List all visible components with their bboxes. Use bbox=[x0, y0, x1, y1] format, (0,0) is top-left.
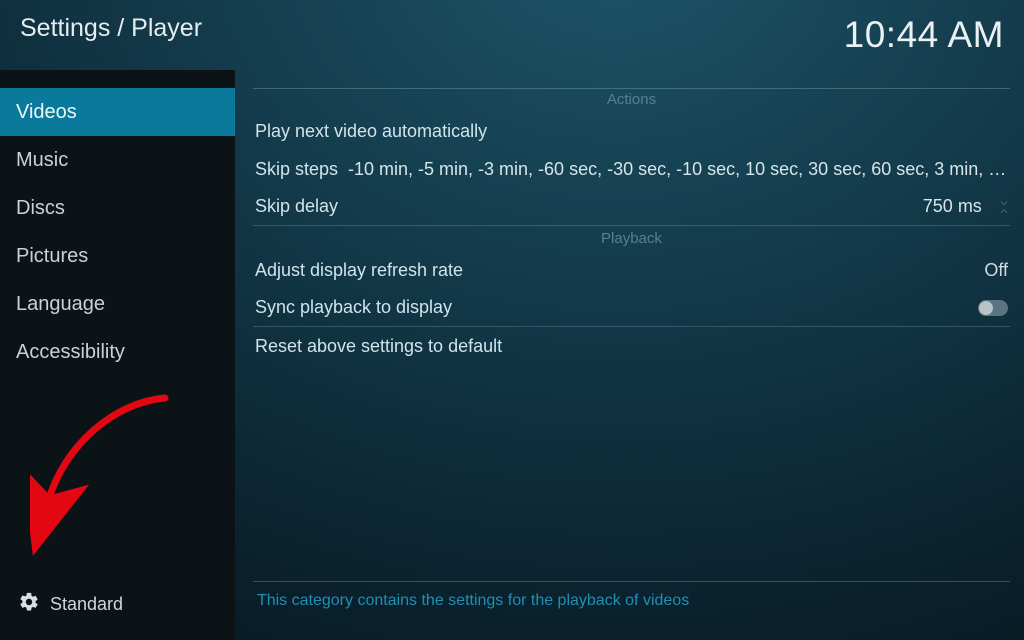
breadcrumb: Settings / Player bbox=[20, 14, 202, 43]
settings-content: Actions Play next video automatically Sk… bbox=[235, 70, 1024, 640]
spinner-icon[interactable]: ˅ ˄ bbox=[1000, 199, 1008, 215]
sidebar-item-language[interactable]: Language bbox=[0, 280, 235, 328]
sidebar-item-pictures[interactable]: Pictures bbox=[0, 232, 235, 280]
group-label-actions: Actions bbox=[253, 89, 1010, 112]
category-description: This category contains the settings for … bbox=[253, 581, 1010, 640]
sidebar-item-label: Language bbox=[16, 293, 105, 316]
sidebar-item-accessibility[interactable]: Accessibility bbox=[0, 328, 235, 376]
row-label: Reset above settings to default bbox=[255, 336, 502, 357]
sidebar-item-label: Videos bbox=[16, 101, 77, 124]
settings-level-button[interactable]: Standard bbox=[0, 579, 235, 640]
sidebar-item-videos[interactable]: Videos bbox=[0, 88, 235, 136]
sidebar-item-label: Music bbox=[16, 149, 68, 172]
group-label-playback: Playback bbox=[253, 228, 1010, 251]
toggle-switch[interactable] bbox=[978, 300, 1008, 316]
row-skip-delay[interactable]: Skip delay 750 ms ˅ ˄ bbox=[253, 188, 1010, 226]
header-bar: Settings / Player 10:44 AM bbox=[0, 0, 1024, 78]
row-value: -10 min, -5 min, -3 min, -60 sec, -30 se… bbox=[348, 159, 1008, 180]
row-label: Sync playback to display bbox=[255, 297, 452, 318]
settings-level-label: Standard bbox=[50, 594, 123, 615]
row-adjust-display-refresh-rate[interactable]: Adjust display refresh rate Off bbox=[253, 251, 1010, 289]
chevron-down-icon: ˅ bbox=[1000, 200, 1008, 204]
sidebar-item-music[interactable]: Music bbox=[0, 136, 235, 184]
row-label: Play next video automatically bbox=[255, 121, 487, 142]
row-play-next-automatically[interactable]: Play next video automatically bbox=[253, 112, 1010, 150]
clock: 10:44 AM bbox=[844, 14, 1004, 56]
row-label: Skip delay bbox=[255, 196, 338, 217]
sidebar-item-label: Discs bbox=[16, 197, 65, 220]
row-value: 750 ms bbox=[923, 196, 982, 217]
sidebar-item-label: Pictures bbox=[16, 245, 88, 268]
settings-sidebar: Videos Music Discs Pictures Language Acc… bbox=[0, 70, 235, 640]
chevron-up-icon: ˄ bbox=[1000, 208, 1008, 212]
row-label: Adjust display refresh rate bbox=[255, 260, 463, 281]
row-label: Skip steps bbox=[255, 159, 338, 180]
row-skip-steps[interactable]: Skip steps -10 min, -5 min, -3 min, -60 … bbox=[253, 150, 1010, 188]
row-sync-playback-to-display[interactable]: Sync playback to display bbox=[253, 289, 1010, 327]
row-reset-to-default[interactable]: Reset above settings to default bbox=[253, 327, 1010, 365]
gear-icon bbox=[18, 591, 40, 618]
sidebar-item-label: Accessibility bbox=[16, 341, 125, 364]
row-value: Off bbox=[984, 260, 1008, 281]
sidebar-item-discs[interactable]: Discs bbox=[0, 184, 235, 232]
